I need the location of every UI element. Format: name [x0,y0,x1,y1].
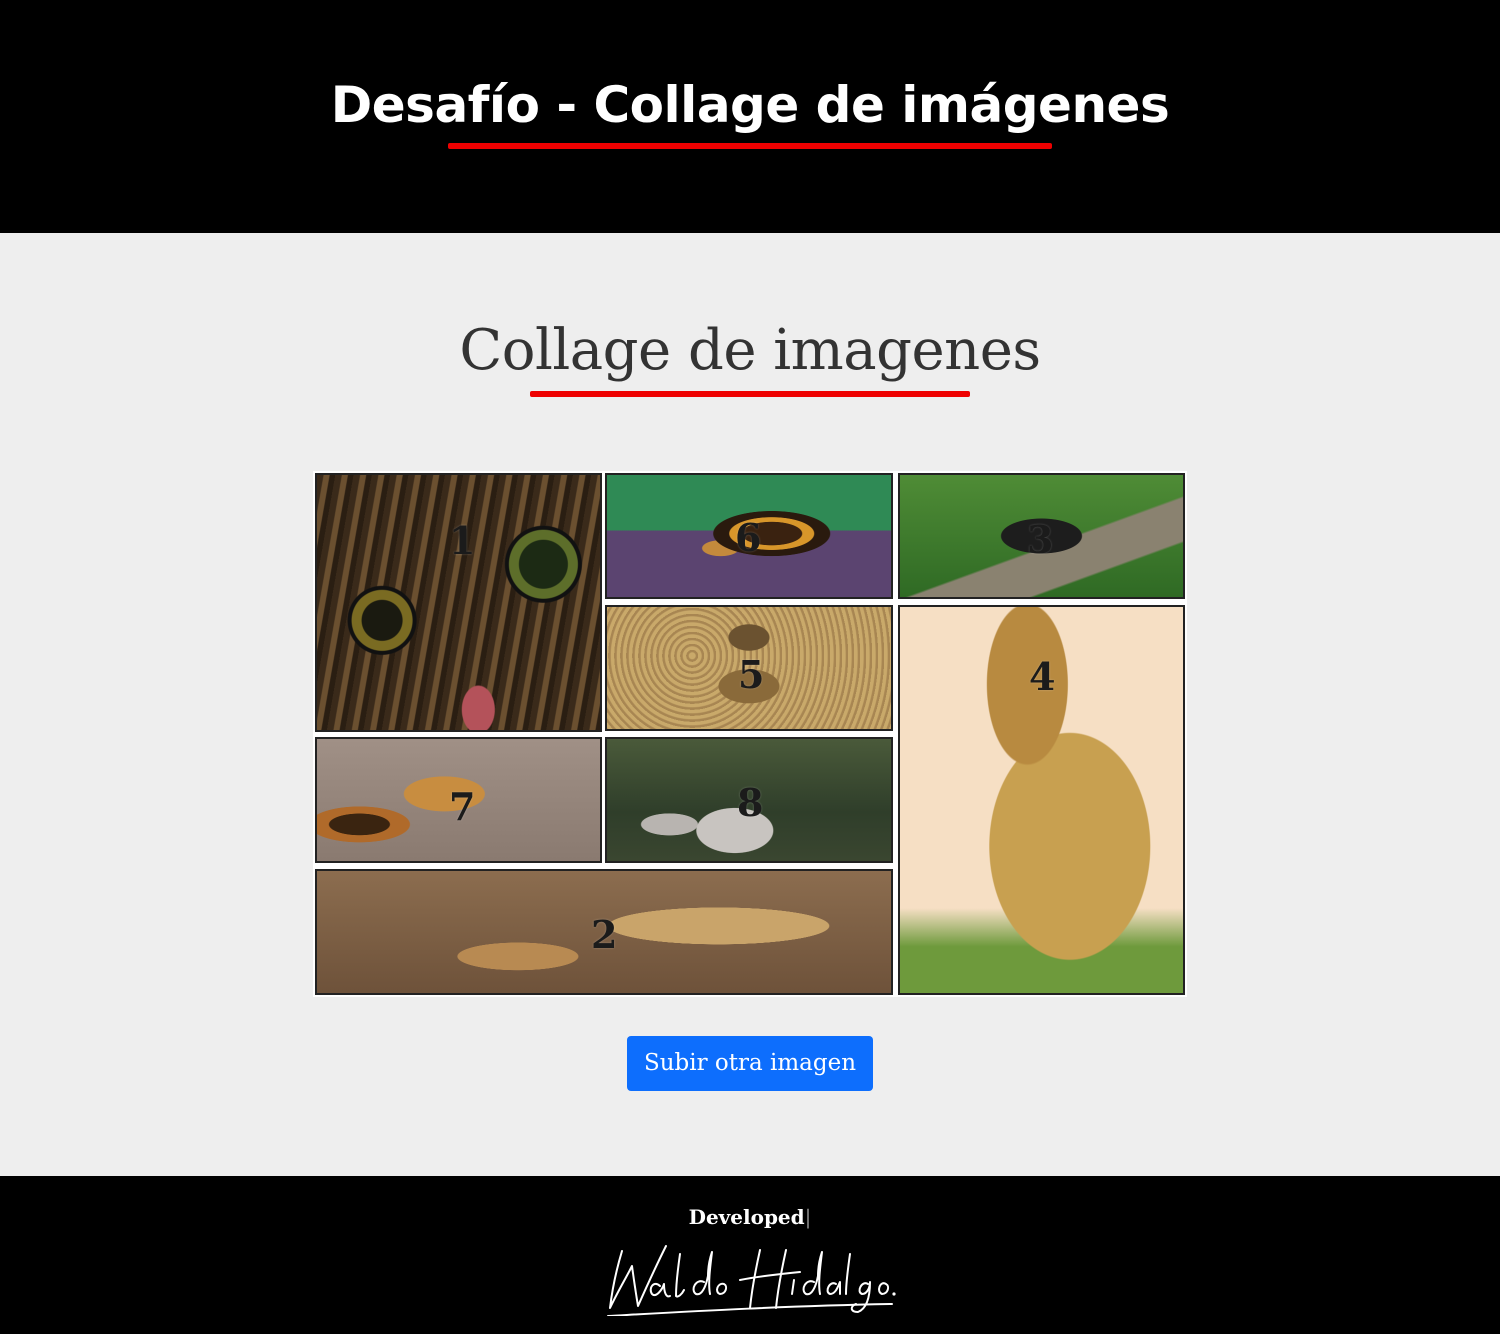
collage-image-calico-cat: 7 [315,737,602,863]
image-number: 7 [449,784,476,829]
image-number: 8 [737,780,764,825]
image-collage: 1 6 3 5 4 7 8 2 [313,471,1187,997]
page-footer: Developed| [0,1176,1500,1334]
collage-image-cheetah: 4 [898,605,1185,995]
image-number: 4 [1029,654,1056,699]
developed-label: Developed| [0,1202,1500,1232]
image-number: 1 [449,518,476,563]
image-number: 5 [738,652,765,697]
collage-image-tortoise: 6 [605,473,893,599]
section-title: Collage de imagenes [459,318,1041,383]
collage-image-meerkat: 5 [605,605,893,731]
image-number: 2 [591,912,618,957]
image-number: 3 [1027,517,1054,562]
separator: | [804,1205,812,1229]
section-title-underline [530,391,970,397]
title-underline [448,143,1052,149]
collage-image-cat: 1 [315,473,602,732]
main-content: Collage de imagenes 1 6 3 5 4 7 8 2 Subi… [0,233,1500,1176]
signature-logo [607,1245,896,1316]
collage-image-grasshopper: 3 [898,473,1185,599]
page-header: Desafío - Collage de imágenes [0,0,1500,233]
developed-text: Developed [688,1205,805,1229]
page-title: Desafío - Collage de imágenes [330,76,1170,134]
upload-image-button[interactable]: Subir otra imagen [627,1036,873,1091]
image-number: 6 [735,515,762,560]
collage-image-squirrel: 8 [605,737,893,863]
collage-image-paws: 2 [315,869,893,995]
